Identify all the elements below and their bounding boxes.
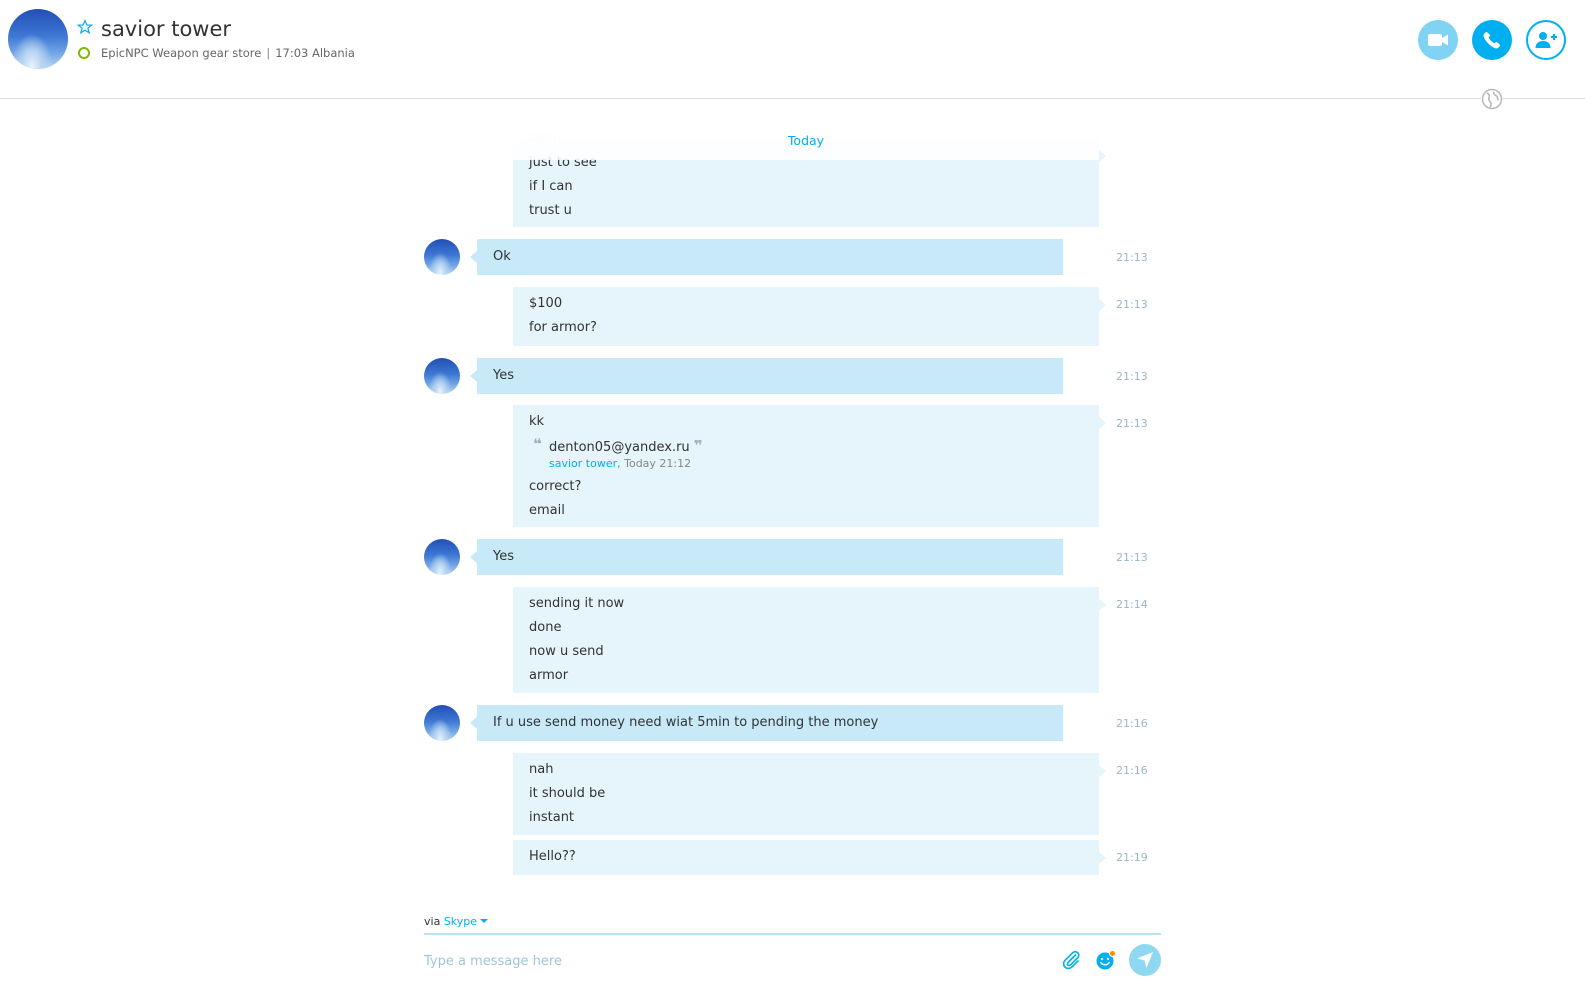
- message-timestamp: 21:19: [1116, 851, 1148, 864]
- star-icon[interactable]: [77, 19, 93, 35]
- message-timestamp: 21:13: [1116, 551, 1148, 564]
- video-call-button[interactable]: [1418, 20, 1458, 60]
- message-line: kk: [529, 414, 545, 429]
- avatar[interactable]: [424, 239, 460, 275]
- contact-avatar[interactable]: [8, 9, 68, 69]
- message-timestamp: 21:14: [1116, 598, 1148, 611]
- message-timestamp: 21:13: [1116, 298, 1148, 311]
- local-time: 17:03 Albania: [275, 46, 355, 60]
- message-line: for armor?: [529, 320, 597, 335]
- presence-icon: [78, 47, 90, 59]
- message-input[interactable]: [424, 950, 1044, 972]
- message-timestamp: 21:13: [1116, 251, 1148, 264]
- send-icon: [1137, 952, 1153, 968]
- contact-status: EpicNPC Weapon gear store | 17:03 Albania: [101, 46, 355, 60]
- contact-name[interactable]: savior tower: [101, 17, 231, 41]
- quoted-message[interactable]: ❝ denton05@yandex.ru ❞ savior tower, Tod…: [529, 434, 1083, 471]
- quote-author[interactable]: savior tower: [549, 457, 617, 470]
- quote-time: , Today 21:12: [617, 457, 692, 470]
- emoji-icon[interactable]: [1095, 949, 1117, 971]
- phone-icon: [1483, 31, 1501, 49]
- message-timestamp: 21:13: [1116, 370, 1148, 383]
- message-line: nah: [529, 762, 554, 777]
- mood-message: EpicNPC Weapon gear store: [101, 46, 262, 60]
- message-timestamp: 21:16: [1116, 764, 1148, 777]
- avatar[interactable]: [424, 539, 460, 575]
- avatar[interactable]: [424, 358, 460, 394]
- message-line: email: [529, 503, 565, 518]
- message-bubble-incoming[interactable]: Ok: [470, 239, 1063, 275]
- add-person-icon: [1535, 32, 1557, 48]
- quote-text: denton05@yandex.ru: [549, 440, 690, 455]
- message-text: Ok: [493, 249, 511, 264]
- message-text: Yes: [493, 368, 514, 383]
- quote-meta: savior tower, Today 21:12: [549, 457, 1083, 471]
- message-line: instant: [529, 810, 575, 825]
- message-line: $100: [529, 296, 563, 311]
- message-line: now u send: [529, 644, 604, 659]
- message-bubble-outgoing[interactable]: $100 for armor?: [513, 287, 1106, 346]
- add-people-button[interactable]: [1526, 20, 1566, 60]
- message-timestamp: 21:16: [1116, 717, 1148, 730]
- via-label: via: [424, 915, 441, 928]
- message-bubble-outgoing[interactable]: Hello??: [513, 840, 1106, 875]
- quote-open-icon: ❝: [533, 435, 542, 453]
- send-button[interactable]: [1129, 944, 1161, 976]
- day-divider: Today: [513, 122, 1099, 160]
- conversation-header: savior tower EpicNPC Weapon gear store | 1…: [0, 0, 1585, 99]
- compose-divider: [424, 933, 1161, 935]
- message-line: sending it now: [529, 596, 625, 611]
- voice-call-button[interactable]: [1472, 20, 1512, 60]
- message-bubble-outgoing[interactable]: sending it now done now u send armor: [513, 587, 1106, 693]
- via-selector[interactable]: via Skype: [424, 915, 489, 928]
- paperclip-icon[interactable]: [1061, 949, 1081, 971]
- message-line: correct?: [529, 479, 582, 494]
- message-line: it should be: [529, 786, 606, 801]
- message-bubble-incoming[interactable]: If u use send money need wiat 5min to pe…: [470, 705, 1063, 741]
- video-call-icon: [1428, 34, 1448, 46]
- message-line: done: [529, 620, 562, 635]
- message-timestamp: 21:13: [1116, 417, 1148, 430]
- avatar[interactable]: [424, 705, 460, 741]
- via-service[interactable]: Skype: [444, 915, 477, 928]
- message-line: if I can: [529, 179, 573, 194]
- message-bubble-incoming[interactable]: Yes: [470, 539, 1063, 575]
- message-bubble-outgoing[interactable]: kk ❝ denton05@yandex.ru ❞ savior tower, …: [513, 405, 1106, 527]
- message-text: Yes: [493, 549, 514, 564]
- message-line: trust u: [529, 203, 572, 218]
- message-bubble-incoming[interactable]: Yes: [470, 358, 1063, 394]
- chevron-down-icon[interactable]: [480, 919, 489, 923]
- quote-close-icon: ❞: [693, 437, 703, 455]
- message-text: If u use send money need wiat 5min to pe…: [493, 715, 879, 730]
- message-history[interactable]: item Today just to see if I can trust u …: [0, 100, 1585, 900]
- message-line: Hello??: [529, 849, 576, 864]
- message-line: armor: [529, 668, 569, 683]
- status-separator: |: [266, 46, 271, 60]
- message-bubble-outgoing[interactable]: nah it should be instant: [513, 753, 1106, 835]
